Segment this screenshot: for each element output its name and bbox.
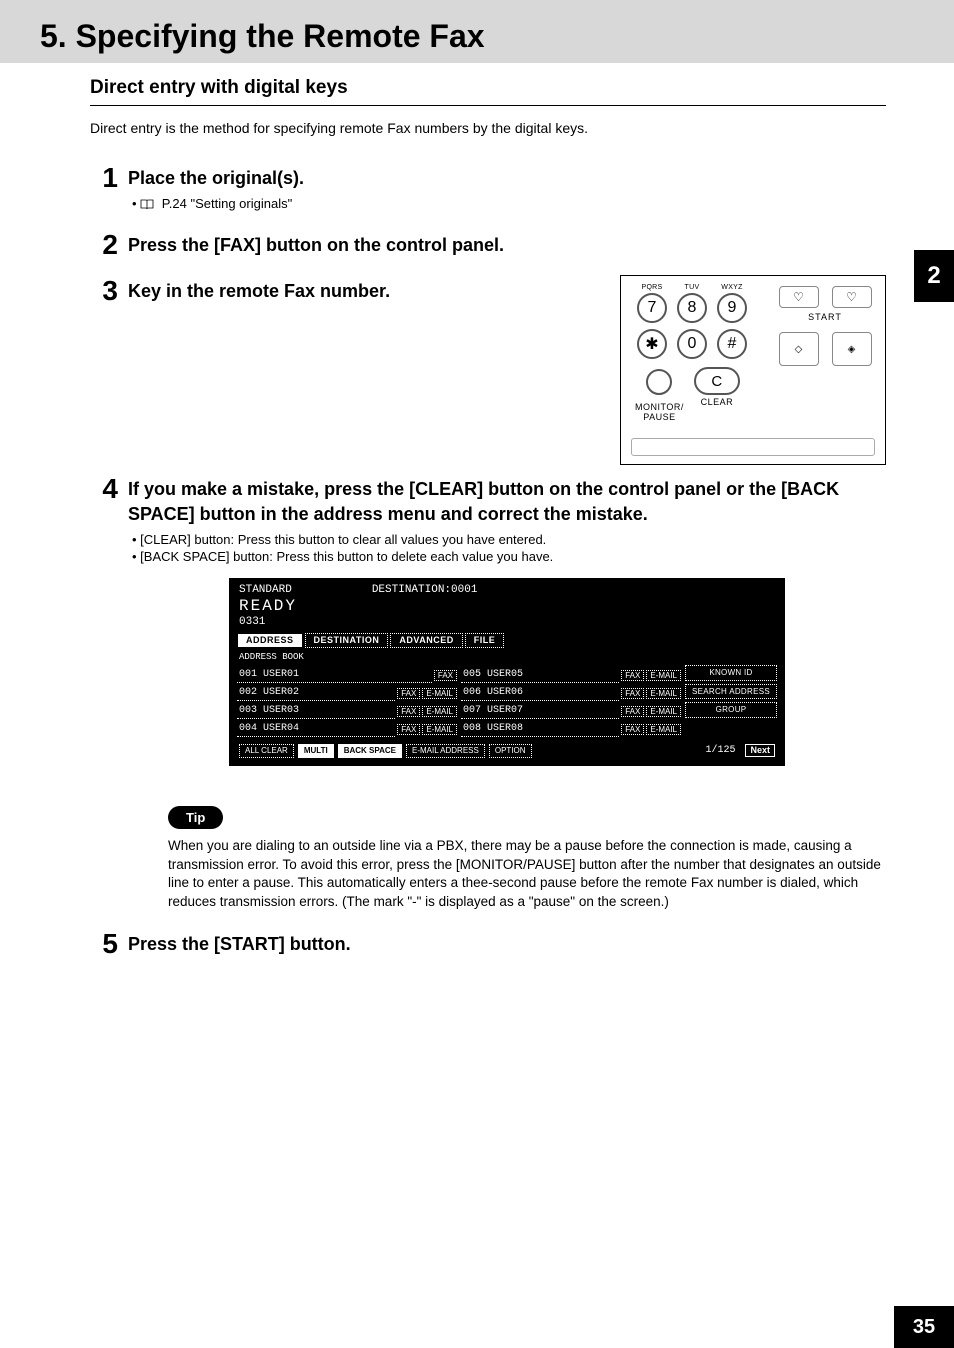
step-reference: P.24 "Setting originals" xyxy=(132,196,886,211)
email-badge: E-MAIL xyxy=(422,724,457,736)
key-monitor-pause xyxy=(646,369,672,395)
monitor-pause-label: MONITOR/ PAUSE xyxy=(635,402,684,422)
fax-badge: FAX xyxy=(434,670,457,682)
tab-destination: DESTINATION xyxy=(305,633,389,648)
tab-file: FILE xyxy=(465,633,505,648)
key-7: 7 xyxy=(637,293,667,323)
addr-entry: 008 USER08 xyxy=(461,722,619,737)
start-label: START xyxy=(775,312,875,322)
step-title: If you make a mistake, press the [CLEAR]… xyxy=(128,477,886,526)
key-8: 8 xyxy=(677,293,707,323)
known-id-button: KNOWN ID xyxy=(685,665,777,681)
fax-badge: FAX xyxy=(397,724,420,736)
email-badge: E-MAIL xyxy=(422,688,457,700)
start-btn-color: ♡ xyxy=(832,286,872,308)
step-title: Press the [START] button. xyxy=(128,932,886,956)
email-badge: E-MAIL xyxy=(646,670,681,682)
addr-entry: 007 USER07 xyxy=(461,704,619,719)
intro-paragraph: Direct entry is the method for specifyin… xyxy=(90,120,886,136)
step-number: 2 xyxy=(90,231,118,259)
page-indicator: 1/125 xyxy=(705,745,735,757)
clear-label: CLEAR xyxy=(694,397,740,407)
clear-button-note: [CLEAR] button: Press this button to cle… xyxy=(132,532,886,547)
search-address-button: SEARCH ADDRESS xyxy=(685,684,777,700)
heart-outline-icon: ♡ xyxy=(793,290,804,304)
fax-badge: FAX xyxy=(397,706,420,718)
step-number: 1 xyxy=(90,164,118,213)
lcd-panel-illustration: STANDARD DESTINATION:0001 READY 0331 ADD… xyxy=(229,578,785,766)
email-badge: E-MAIL xyxy=(422,706,457,718)
step-2: 2 Press the [FAX] button on the control … xyxy=(90,231,886,259)
reference-text: P.24 "Setting originals" xyxy=(162,196,292,211)
email-badge: E-MAIL xyxy=(646,688,681,700)
section-subhead: Direct entry with digital keys xyxy=(90,77,886,106)
addr-entry: 002 USER02 xyxy=(237,686,395,701)
panel-section-label: ADDRESS BOOK xyxy=(231,650,783,665)
panel-entered-number: 0331 xyxy=(239,616,775,629)
step-title: Press the [FAX] button on the control pa… xyxy=(128,233,886,257)
heart-outline-icon: ♡ xyxy=(846,290,857,304)
addr-entry: 003 USER03 xyxy=(237,704,395,719)
tab-address: ADDRESS xyxy=(237,633,303,648)
email-badge: E-MAIL xyxy=(646,724,681,736)
fax-badge: FAX xyxy=(621,670,644,682)
diamond-outline-icon: ◇ xyxy=(795,344,803,355)
start-large-mono: ◇ xyxy=(779,332,819,366)
step-5: 5 Press the [START] button. xyxy=(90,930,886,958)
back-space-button: BACK SPACE xyxy=(338,744,402,758)
step-title: Place the original(s). xyxy=(128,166,886,190)
page-number: 35 xyxy=(894,1306,954,1348)
multi-button: MULTI xyxy=(298,744,334,758)
key-hash: # xyxy=(717,329,747,359)
backspace-button-note: [BACK SPACE] button: Press this button t… xyxy=(132,549,886,564)
addr-entry: 001 USER01 xyxy=(237,668,432,683)
fax-badge: FAX xyxy=(621,724,644,736)
key-9: 9 xyxy=(717,293,747,323)
key-0: 0 xyxy=(677,329,707,359)
fax-badge: FAX xyxy=(621,688,644,700)
tip-text: When you are dialing to an outside line … xyxy=(128,837,886,913)
book-icon xyxy=(140,196,162,211)
key-clear: C xyxy=(694,367,740,395)
addr-entry: 006 USER06 xyxy=(461,686,619,701)
display-strip xyxy=(631,438,875,456)
email-address-button: E-MAIL ADDRESS xyxy=(406,744,485,758)
step-number: 5 xyxy=(90,930,118,958)
email-badge: E-MAIL xyxy=(646,706,681,718)
tip-badge: Tip xyxy=(168,806,223,829)
step-4: 4 If you make a mistake, press the [CLEA… xyxy=(90,475,886,912)
addr-entry: 004 USER04 xyxy=(237,722,395,737)
section-side-tab: 2 xyxy=(914,250,954,302)
key-label-pqrs: PQRS xyxy=(635,284,669,291)
tab-advanced: ADVANCED xyxy=(390,633,462,648)
fax-badge: FAX xyxy=(397,688,420,700)
key-star: ✱ xyxy=(637,329,667,359)
next-button: Next xyxy=(745,744,775,757)
fax-badge: FAX xyxy=(621,706,644,718)
start-large-color: ◈ xyxy=(832,332,872,366)
addr-entry: 005 USER05 xyxy=(461,668,619,683)
keypad-illustration: PQRS 7 TUV 8 WXYZ 9 ✱ xyxy=(620,275,886,465)
key-label-wxyz: WXYZ xyxy=(715,284,749,291)
chapter-title: 5. Specifying the Remote Fax xyxy=(40,18,954,55)
panel-destination: DESTINATION:0001 xyxy=(372,584,478,597)
start-btn-mono: ♡ xyxy=(779,286,819,308)
all-clear-button: ALL CLEAR xyxy=(239,744,294,758)
step-number: 3 xyxy=(90,277,118,305)
chapter-header: 5. Specifying the Remote Fax xyxy=(0,0,954,63)
diamond-fill-icon: ◈ xyxy=(848,344,856,355)
panel-ready: READY xyxy=(239,597,775,616)
key-label-tuv: TUV xyxy=(675,284,709,291)
step-1: 1 Place the original(s). P.24 "Setting o… xyxy=(90,164,886,213)
group-button: GROUP xyxy=(685,702,777,718)
panel-mode: STANDARD xyxy=(239,584,292,597)
step-number: 4 xyxy=(90,475,118,912)
option-button: OPTION xyxy=(489,744,532,758)
